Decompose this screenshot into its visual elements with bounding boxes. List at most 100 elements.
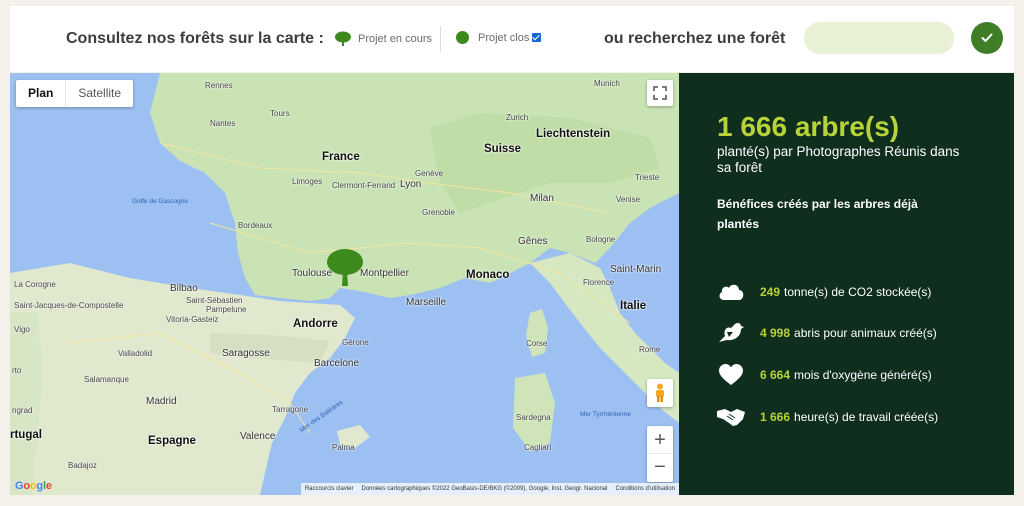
zoom-in-button[interactable]: + xyxy=(647,426,673,454)
map-label-geneve: Genève xyxy=(415,169,444,178)
map-label-valence: Valence xyxy=(240,431,276,442)
stat-text: abris pour animaux créé(s) xyxy=(794,326,937,340)
legend-current-project: Projet en cours xyxy=(334,31,432,47)
cloud-icon xyxy=(717,278,745,306)
map-label-saragosse: Saragosse xyxy=(222,348,270,359)
map-label-pampelune: Pampelune xyxy=(206,305,247,314)
map-label-milan: Milan xyxy=(530,193,554,204)
dot-icon xyxy=(456,31,469,44)
map-label-rome: Rome xyxy=(639,345,661,354)
legend-current-label: Projet en cours xyxy=(358,33,432,45)
benefits-title: Bénéfices créés par les arbres déjà plan… xyxy=(717,197,918,231)
keyboard-shortcuts-link[interactable]: Raccourcis clavier xyxy=(305,486,354,492)
map-label-grenoble: Grenoble xyxy=(422,208,455,217)
map-label-venise: Venise xyxy=(616,195,641,204)
stat-text: heure(s) de travail créée(s) xyxy=(794,410,939,424)
map-label-cagliari: Cagliari xyxy=(524,443,552,452)
stat-text: tonne(s) de CO2 stockée(s) xyxy=(784,285,932,299)
handshake-icon xyxy=(717,403,745,431)
pegman-icon xyxy=(656,383,664,402)
map-label-mer-tyrrh: Mer Tyrrhénienne xyxy=(580,411,631,418)
map-label-nantes: Nantes xyxy=(210,119,236,128)
google-logo[interactable]: Google xyxy=(15,480,52,492)
map-label-genes: Gênes xyxy=(518,236,548,247)
stat-work-hours: 1 666 heure(s) de travail créée(s) xyxy=(717,403,938,431)
legend-closed-project[interactable]: Projet clos xyxy=(456,31,542,44)
stat-value: 249 xyxy=(760,285,781,299)
legend-divider xyxy=(440,26,441,52)
forest-map[interactable]: Rennes Nantes Tours France Limoges Clerm… xyxy=(10,73,679,495)
map-label-tarragone: Tarragone xyxy=(272,405,309,414)
stat-co2: 249 tonne(s) de CO2 stockée(s) xyxy=(717,278,931,306)
map-label-porto: rto xyxy=(12,366,22,375)
terms-link[interactable]: Conditions d'utilisation xyxy=(615,486,675,492)
map-label-zurich: Zurich xyxy=(506,113,529,122)
map-label-vigo: Vigo xyxy=(14,325,30,334)
map-label-sardegna: Sardegna xyxy=(516,413,551,422)
map-label-saint-marin: Saint-Marin xyxy=(610,264,662,275)
map-label-trieste: Trieste xyxy=(635,173,660,182)
map-label-liechtenstein: Liechtenstein xyxy=(536,128,611,140)
map-type-control: Plan Satellite xyxy=(16,80,134,107)
map-label-montpellier: Montpellier xyxy=(360,268,409,279)
fullscreen-icon xyxy=(653,86,667,100)
top-bar: Consultez nos forêts sur la carte : Proj… xyxy=(10,6,1014,72)
trees-planted-caption: planté(s) par Photographes Réunis dans s… xyxy=(717,144,960,175)
search-submit-button[interactable] xyxy=(971,22,1003,54)
map-label-badajoz: Badajoz xyxy=(68,461,97,470)
map-label-portugal: rtugal xyxy=(10,429,42,441)
map-label-salamanque: Salamanque xyxy=(84,375,129,384)
closed-project-checkbox[interactable] xyxy=(532,33,542,42)
forest-marker-tree-icon[interactable] xyxy=(326,247,364,287)
stat-oxygen: 6 664 mois d'oxygène généré(s) xyxy=(717,361,932,389)
tree-icon xyxy=(335,31,351,46)
zoom-control: + − xyxy=(647,426,673,482)
map-label-valladolid: Valladolid xyxy=(118,349,153,358)
stat-shelters: 4 998 abris pour animaux créé(s) xyxy=(717,319,937,347)
map-type-satellite[interactable]: Satellite xyxy=(66,80,133,107)
bird-icon xyxy=(717,319,745,347)
map-label-suisse: Suisse xyxy=(484,143,522,155)
map-label-coruna: La Corogne xyxy=(14,280,56,289)
map-label-ngrad: ngrad xyxy=(12,406,33,415)
map-attribution: Raccourcis clavier Données cartographiqu… xyxy=(300,483,679,495)
map-label-palma: Palma xyxy=(332,443,355,452)
map-label-bilbao: Bilbao xyxy=(170,283,198,294)
map-heading: Consultez nos forêts sur la carte : xyxy=(66,30,324,47)
map-label-espagne: Espagne xyxy=(148,435,196,447)
map-label-florence: Florence xyxy=(583,278,615,287)
map-label-girone: Gérone xyxy=(342,338,369,347)
forest-search-input[interactable] xyxy=(804,22,954,54)
legend-closed-label: Projet clos xyxy=(478,31,530,44)
stat-value: 4 998 xyxy=(760,326,791,340)
map-label-limoges: Limoges xyxy=(292,177,323,186)
map-type-plan[interactable]: Plan xyxy=(16,80,67,107)
street-view-button[interactable] xyxy=(647,379,673,407)
heart-icon xyxy=(717,361,745,389)
trees-planted-count: 1 666 arbre(s) xyxy=(717,111,900,142)
stat-value: 6 664 xyxy=(760,368,791,382)
stat-value: 1 666 xyxy=(760,410,791,424)
map-label-italie: Italie xyxy=(620,300,647,312)
map-label-santiago: Saint-Jacques-de-Compostelle xyxy=(14,301,124,310)
map-label-andorre: Andorre xyxy=(293,318,338,330)
map-label-bologne: Bologne xyxy=(586,235,616,244)
map-label-tours: Tours xyxy=(270,109,290,118)
map-label-lyon: Lyon xyxy=(400,179,422,190)
map-label-rennes: Rennes xyxy=(205,81,233,90)
map-label-clermont: Clermont-Ferrand xyxy=(332,181,396,190)
map-data-attribution: Données cartographiques ©2022 GeoBasis-D… xyxy=(361,486,608,492)
map-label-bordeaux: Bordeaux xyxy=(238,221,273,230)
map-label-munich: Munich xyxy=(594,79,620,88)
map-label-corse: Corse xyxy=(526,339,548,348)
fullscreen-button[interactable] xyxy=(647,80,673,106)
forest-stats-panel: 1 666 arbre(s) planté(s) par Photographe… xyxy=(679,73,1014,495)
map-label-golfe: Golfe de Gascogne xyxy=(132,198,189,205)
check-icon xyxy=(981,33,993,42)
stat-text: mois d'oxygène généré(s) xyxy=(794,368,932,382)
map-label-vitoria: Vitoria-Gasteiz xyxy=(166,315,219,324)
map-label-barcelone: Barcelone xyxy=(314,358,360,369)
search-label: ou recherchez une forêt xyxy=(604,30,786,47)
zoom-out-button[interactable]: − xyxy=(647,454,673,482)
map-label-marseille: Marseille xyxy=(406,297,447,308)
